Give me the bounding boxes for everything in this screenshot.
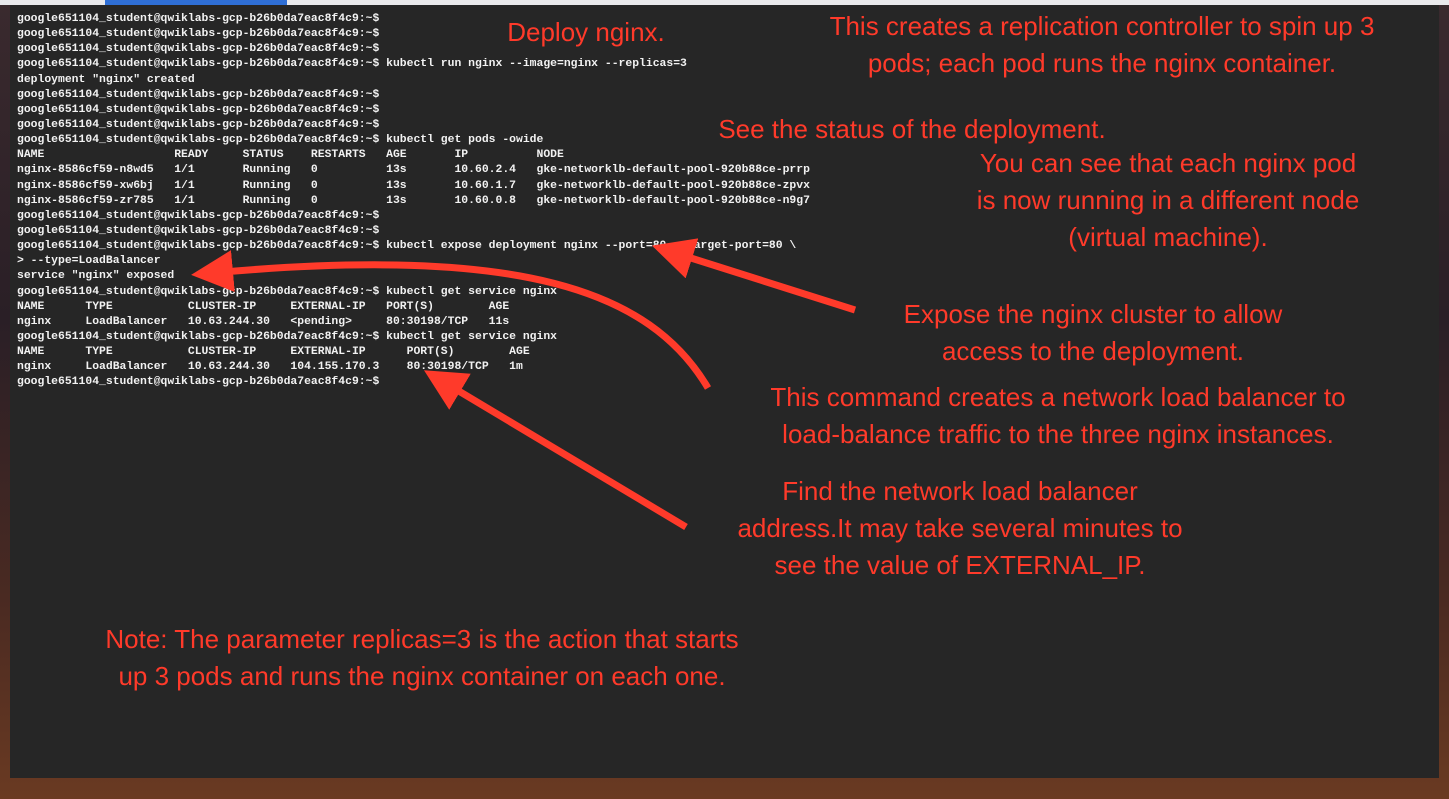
annotation-line: Find the network load balancer [782, 476, 1138, 506]
annotation-line: see the value of EXTERNAL_IP. [774, 550, 1146, 580]
annotation-expose: Expose the nginx cluster to allow access… [858, 296, 1328, 370]
terminal-line: nginx LoadBalancer 10.63.244.30 <pending… [17, 315, 510, 328]
terminal-line: service "nginx" exposed [17, 270, 175, 283]
annotation-status: See the status of the deployment. [672, 111, 1152, 148]
annotation-line: This command creates a network load bala… [770, 382, 1346, 412]
annotation-deploy: Deploy nginx. [492, 14, 680, 51]
terminal-line: nginx-8586cf59-zr785 1/1 Running 0 13s 1… [17, 194, 810, 207]
terminal-line: google651104_student@qwiklabs-gcp-b26b0d… [17, 285, 558, 298]
annotation-line: Expose the nginx cluster to allow [903, 299, 1283, 329]
terminal-line: google651104_student@qwiklabs-gcp-b26b0d… [17, 28, 380, 41]
annotation-note: Note: The parameter replicas=3 is the ac… [36, 621, 808, 695]
terminal-line: nginx-8586cf59-xw6bj 1/1 Running 0 13s 1… [17, 179, 810, 192]
terminal-line: google651104_student@qwiklabs-gcp-b26b0d… [17, 209, 380, 222]
terminal-line: google651104_student@qwiklabs-gcp-b26b0d… [17, 58, 687, 71]
annotation-line: is now running in a different node [976, 185, 1360, 215]
terminal-line: google651104_student@qwiklabs-gcp-b26b0d… [17, 43, 380, 56]
annotation-line: load-balance traffic to the three nginx … [782, 419, 1334, 449]
annotation-line: pods; each pod runs the nginx container. [867, 48, 1337, 78]
terminal-line: nginx LoadBalancer 10.63.244.30 104.155.… [17, 361, 523, 374]
terminal-cursor [438, 378, 446, 391]
annotation-nodes: You can see that each nginx pod is now r… [934, 145, 1402, 256]
terminal-line: google651104_student@qwiklabs-gcp-b26b0d… [17, 330, 558, 343]
terminal-line: google651104_student@qwiklabs-gcp-b26b0d… [17, 88, 380, 101]
terminal-output: google651104_student@qwiklabs-gcp-b26b0d… [17, 12, 810, 391]
terminal-line: NAME READY STATUS RESTARTS AGE IP NODE [17, 149, 564, 162]
terminal-line: google651104_student@qwiklabs-gcp-b26b0d… [17, 240, 797, 253]
annotation-replication: This creates a replication controller to… [764, 8, 1440, 82]
annotation-line: access to the deployment. [941, 336, 1245, 366]
annotation-line: This creates a replication controller to… [829, 11, 1375, 41]
annotation-line: up 3 pods and runs the nginx container o… [118, 661, 726, 691]
annotation-line: (virtual machine). [1068, 222, 1268, 252]
terminal-line: > --type=LoadBalancer [17, 255, 161, 268]
annotation-load-balancer: This command creates a network load bala… [708, 379, 1408, 453]
terminal-line: google651104_student@qwiklabs-gcp-b26b0d… [17, 13, 380, 25]
annotation-line: address.It may take several minutes to [737, 513, 1183, 543]
terminal-line: google651104_student@qwiklabs-gcp-b26b0d… [17, 376, 380, 389]
terminal-line: google651104_student@qwiklabs-gcp-b26b0d… [17, 224, 380, 237]
annotation-line: See the status of the deployment. [718, 114, 1106, 144]
terminal-line: NAME TYPE CLUSTER-IP EXTERNAL-IP PORT(S)… [17, 346, 530, 359]
annotation-find-address: Find the network load balancer address.I… [688, 473, 1232, 584]
terminal-line: nginx-8586cf59-n8wd5 1/1 Running 0 13s 1… [17, 164, 810, 177]
annotation-line: Note: The parameter replicas=3 is the ac… [105, 624, 739, 654]
terminal-line: NAME TYPE CLUSTER-IP EXTERNAL-IP PORT(S)… [17, 300, 510, 313]
annotation-line: Deploy nginx. [507, 17, 665, 47]
terminal-line: deployment "nginx" created [17, 73, 195, 86]
annotation-line: You can see that each nginx pod [979, 148, 1357, 178]
